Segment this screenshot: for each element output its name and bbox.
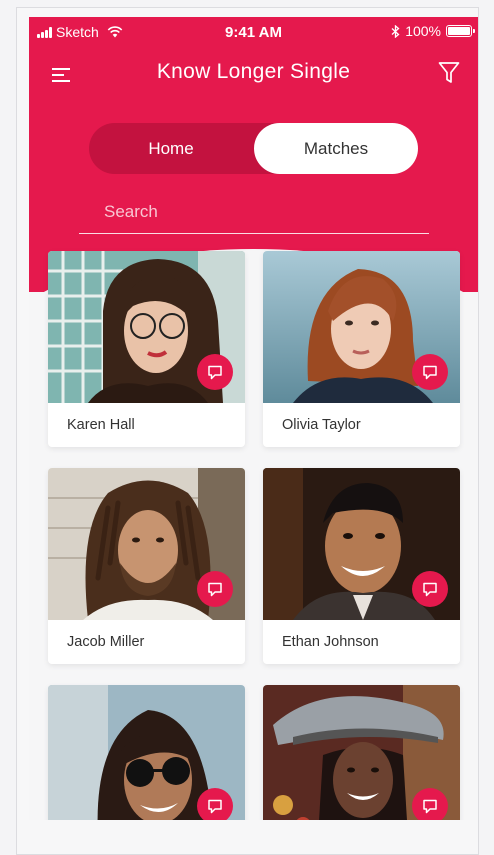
message-button[interactable] bbox=[412, 571, 448, 607]
chat-bubble-icon bbox=[423, 582, 437, 596]
match-name: Jacob Miller bbox=[67, 634, 145, 650]
profile-photo bbox=[48, 468, 245, 620]
match-card[interactable]: Ethan Johnson bbox=[263, 468, 460, 664]
status-bar: Sketch 9:41 AM 100% bbox=[29, 17, 478, 47]
search-field bbox=[79, 195, 429, 234]
bluetooth-icon bbox=[391, 24, 400, 38]
profile-photo bbox=[263, 251, 460, 403]
message-button[interactable] bbox=[197, 788, 233, 820]
tab-matches[interactable]: Matches bbox=[254, 123, 418, 174]
match-name: Karen Hall bbox=[67, 417, 135, 433]
message-button[interactable] bbox=[197, 571, 233, 607]
match-name: Olivia Taylor bbox=[282, 417, 361, 433]
chat-bubble-icon bbox=[423, 365, 437, 379]
chat-bubble-icon bbox=[208, 582, 222, 596]
app-screen: Sketch 9:41 AM 100% Know Longer Single H… bbox=[29, 17, 478, 820]
search-input[interactable] bbox=[79, 195, 429, 229]
profile-photo bbox=[263, 468, 460, 620]
tab-home[interactable]: Home bbox=[89, 123, 253, 174]
match-card[interactable]: Jacob Miller bbox=[48, 468, 245, 664]
match-card[interactable] bbox=[48, 685, 245, 820]
message-button[interactable] bbox=[197, 354, 233, 390]
app-title: Know Longer Single bbox=[156, 60, 351, 83]
chat-bubble-icon bbox=[423, 799, 437, 813]
segmented-control: Home Matches bbox=[89, 123, 418, 174]
match-card[interactable]: Olivia Taylor bbox=[263, 251, 460, 447]
message-button[interactable] bbox=[412, 354, 448, 390]
profile-photo bbox=[263, 685, 460, 820]
message-button[interactable] bbox=[412, 788, 448, 820]
battery-icon bbox=[446, 25, 475, 37]
profile-photo bbox=[48, 685, 245, 820]
match-name: Ethan Johnson bbox=[282, 634, 379, 650]
filter-funnel-icon[interactable] bbox=[438, 61, 460, 85]
chat-bubble-icon bbox=[208, 799, 222, 813]
top-nav: Know Longer Single bbox=[29, 57, 478, 97]
match-card[interactable]: Karen Hall bbox=[48, 251, 245, 447]
chat-bubble-icon bbox=[208, 365, 222, 379]
match-card[interactable] bbox=[263, 685, 460, 820]
battery-label: 100% bbox=[405, 23, 441, 39]
status-right: 100% bbox=[391, 23, 475, 39]
profile-photo bbox=[48, 251, 245, 403]
